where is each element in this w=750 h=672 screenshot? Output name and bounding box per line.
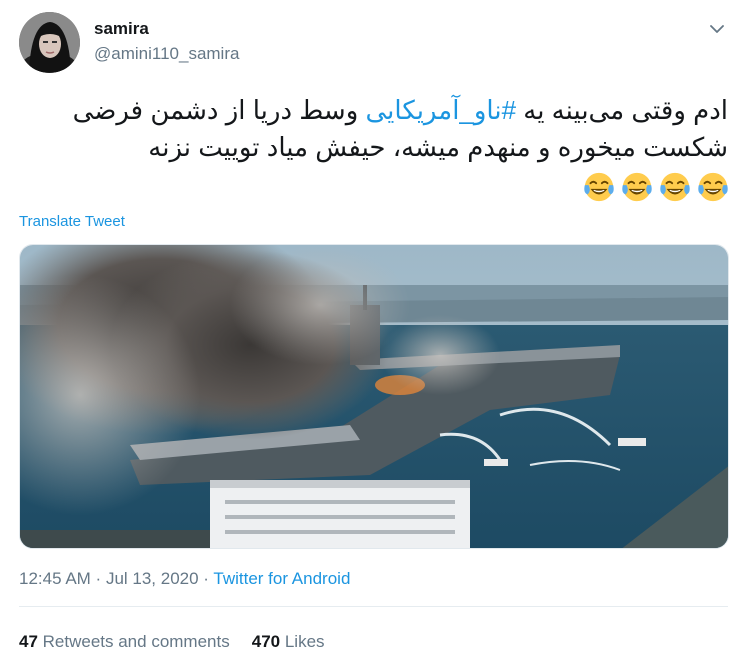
meta-separator: · — [198, 569, 214, 588]
translate-tweet-link[interactable]: Translate Tweet — [19, 213, 125, 230]
tweet-text: ادم وقتی می‌بینه یه #ناو_آمریکایی وسط در… — [19, 92, 728, 166]
tweet-stats: 47 Retweets and comments 470 Likes — [19, 632, 325, 652]
avatar[interactable] — [19, 12, 80, 73]
tears-of-joy-emoji-icon — [660, 172, 690, 202]
ship-fire-photo-icon — [20, 245, 728, 548]
meta-separator: · — [90, 569, 106, 588]
tears-of-joy-emoji-icon — [698, 172, 728, 202]
tears-of-joy-emoji-icon — [622, 172, 652, 202]
retweets-count: 47 — [19, 632, 38, 651]
display-name[interactable]: samira — [94, 19, 149, 39]
tweet-date[interactable]: Jul 13, 2020 — [106, 569, 199, 588]
likes-count: 470 — [251, 632, 281, 651]
tweet-photo[interactable] — [19, 244, 729, 549]
tweet-meta: 12:45 AM · Jul 13, 2020 · Twitter for An… — [19, 569, 350, 589]
divider — [19, 606, 728, 607]
tears-of-joy-emoji-icon — [584, 172, 614, 202]
tweet-source-link[interactable]: Twitter for Android — [213, 569, 350, 588]
retweets-stat[interactable]: 47 Retweets and comments — [19, 632, 230, 651]
user-handle[interactable]: @amini110_samira — [94, 44, 239, 64]
retweets-label: Retweets and comments — [37, 632, 230, 651]
likes-stat[interactable]: 470 Likes — [252, 632, 325, 651]
hashtag-link[interactable]: #ناو_آمریکایی — [366, 95, 517, 125]
emoji-row — [575, 170, 730, 206]
tweet-text-before: ادم وقتی می‌بینه یه — [516, 95, 728, 125]
likes-label: Likes — [280, 632, 325, 651]
chevron-down-icon[interactable] — [706, 18, 728, 40]
tweet-time[interactable]: 12:45 AM — [19, 569, 91, 588]
